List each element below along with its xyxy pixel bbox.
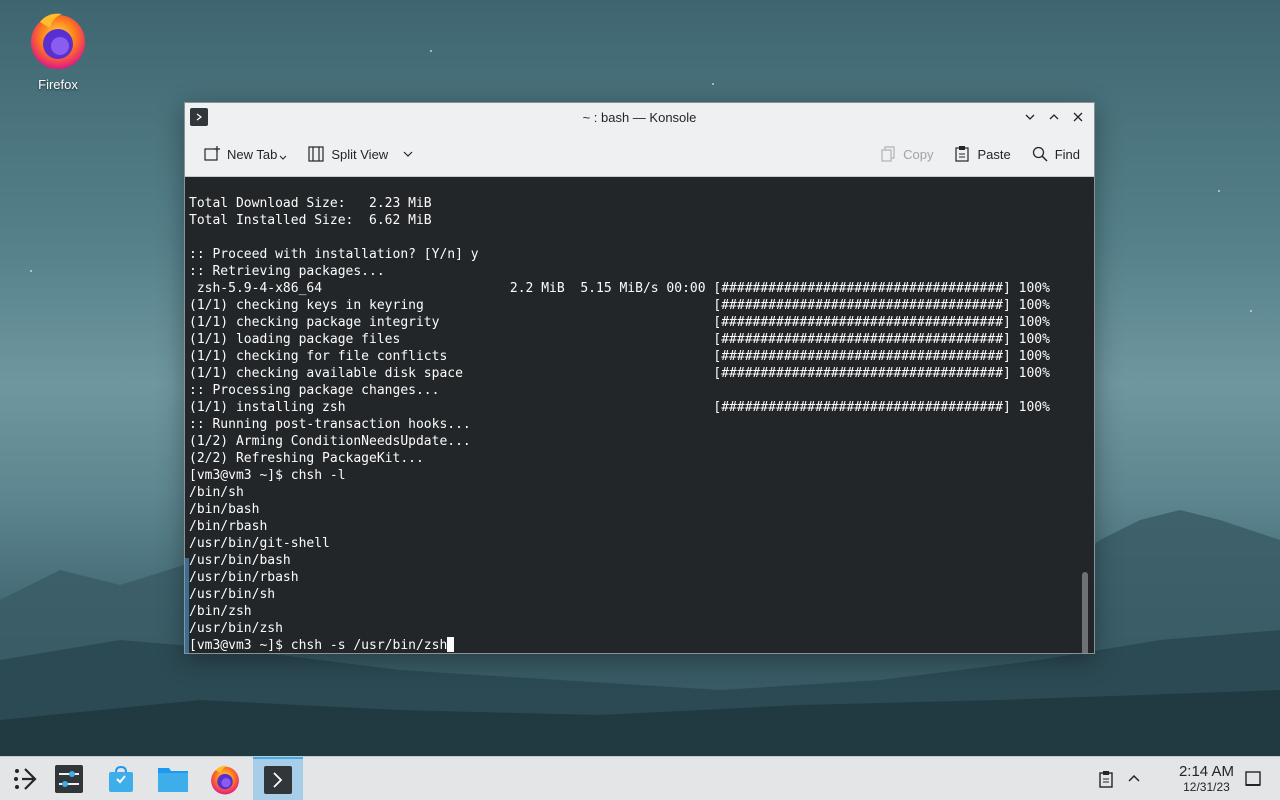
- clipboard-icon: [1099, 770, 1113, 788]
- chevron-down-icon: [1025, 114, 1035, 120]
- settings-icon: [55, 764, 83, 793]
- minimize-button[interactable]: [1020, 107, 1040, 127]
- folder-icon: [158, 767, 188, 792]
- terminal-line: (1/1) checking keys in keyring [########…: [189, 298, 1050, 313]
- copy-icon: [881, 146, 895, 162]
- show-desktop-icon: [1245, 770, 1261, 786]
- copy-button[interactable]: Copy: [873, 139, 939, 169]
- taskbar-system-settings[interactable]: [44, 757, 94, 800]
- firefox-icon: [211, 765, 239, 794]
- close-button[interactable]: [1068, 107, 1088, 127]
- new-tab-label: New Tab: [227, 146, 278, 162]
- find-label: Find: [1054, 146, 1080, 162]
- terminal-line: Total Download Size: 2.23 MiB: [189, 196, 432, 211]
- terminal-line: :: Retrieving packages...: [189, 264, 385, 279]
- show-desktop-button[interactable]: [1240, 757, 1266, 800]
- terminal-line: /bin/rbash: [189, 519, 268, 534]
- terminal-line: (1/1) checking package integrity [######…: [189, 315, 1050, 330]
- terminal-line: (1/1) checking available disk space [###…: [189, 366, 1050, 381]
- taskbar-discover[interactable]: [96, 757, 146, 800]
- terminal-icon: [264, 765, 292, 794]
- paste-button[interactable]: Paste: [947, 139, 1016, 169]
- find-button[interactable]: Find: [1025, 139, 1086, 169]
- split-view-button[interactable]: Split View: [301, 139, 420, 169]
- terminal-line: /bin/sh: [189, 485, 244, 500]
- star: [712, 83, 714, 85]
- terminal-line: /usr/bin/sh: [189, 587, 276, 602]
- split-view-icon: [308, 146, 324, 162]
- terminal-line: :: Proceed with installation? [Y/n] y: [189, 247, 479, 262]
- konsole-app-icon[interactable]: [190, 108, 208, 126]
- konsole-window[interactable]: ~ : bash — Konsole New Tab Split View Co…: [184, 102, 1095, 654]
- chevron-down-icon: [279, 155, 287, 160]
- tray-clipboard[interactable]: [1094, 757, 1118, 800]
- prompt-text: [vm3@vm3 ~]$ chsh -s /usr/bin/zsh: [189, 638, 448, 653]
- terminal-output[interactable]: Total Download Size: 2.23 MiB Total Insta…: [185, 177, 1094, 653]
- chevron-down-icon: [403, 151, 413, 157]
- tray-expand[interactable]: [1122, 757, 1146, 800]
- terminal-scrollbar[interactable]: [1082, 572, 1088, 653]
- terminal-line: :: Processing package changes...: [189, 383, 440, 398]
- terminal-line: (2/2) Refreshing PackageKit...: [189, 451, 424, 466]
- star: [430, 50, 432, 52]
- desktop-icon-firefox[interactable]: Firefox: [22, 8, 94, 92]
- close-icon: [1073, 112, 1083, 122]
- text-cursor: [447, 637, 455, 652]
- firefox-icon: [31, 13, 85, 69]
- search-icon: [1032, 146, 1048, 162]
- maximize-button[interactable]: [1044, 107, 1064, 127]
- selection-marker: [185, 558, 189, 653]
- terminal-line: /usr/bin/git-shell: [189, 536, 330, 551]
- copy-label: Copy: [903, 146, 934, 162]
- terminal-line: Total Installed Size: 6.62 MiB: [189, 213, 432, 228]
- taskbar-application-launcher[interactable]: [0, 757, 50, 800]
- new-tab-button[interactable]: New Tab: [197, 139, 293, 169]
- terminal-line: [vm3@vm3 ~]$ chsh -l: [189, 468, 346, 483]
- terminal-line: /usr/bin/bash: [189, 553, 291, 568]
- chevron-up-icon: [1128, 774, 1140, 782]
- terminal-line: (1/1) loading package files [###########…: [189, 332, 1050, 347]
- clock-date: 12/31/23: [1183, 780, 1230, 794]
- digital-clock[interactable]: 2:14 AM 12/31/23: [1179, 763, 1234, 794]
- star: [30, 270, 32, 272]
- taskbar-dolphin[interactable]: [148, 757, 198, 800]
- terminal-line: (1/2) Arming ConditionNeedsUpdate...: [189, 434, 471, 449]
- taskbar-firefox[interactable]: [200, 757, 250, 800]
- clock-time: 2:14 AM: [1178, 763, 1234, 780]
- terminal-line: /usr/bin/rbash: [189, 570, 299, 585]
- taskbar-konsole[interactable]: [253, 757, 303, 800]
- terminal-line: (1/1) checking for file conflicts [#####…: [189, 349, 1050, 364]
- terminal-line: (1/1) installing zsh [##################…: [189, 400, 1050, 415]
- paste-icon: [955, 146, 970, 162]
- star: [1218, 190, 1220, 192]
- terminal-prompt-line: [vm3@vm3 ~]$ chsh -s /usr/bin/zsh: [189, 637, 1094, 653]
- taskbar: 2:14 AM 12/31/23: [0, 756, 1280, 800]
- terminal-line: /bin/zsh: [189, 604, 252, 619]
- window-title: ~ : bash — Konsole: [582, 109, 697, 125]
- konsole-toolbar: New Tab Split View Copy Paste Find: [185, 131, 1094, 177]
- launcher-icon: [14, 767, 37, 790]
- star: [1250, 310, 1252, 312]
- terminal-line: /bin/bash: [189, 502, 260, 517]
- store-icon: [109, 765, 133, 792]
- title-bar[interactable]: ~ : bash — Konsole: [185, 103, 1094, 131]
- terminal-line: zsh-5.9-4-x86_64 2.2 MiB 5.15 MiB/s 00:0…: [189, 281, 1050, 296]
- split-view-label: Split View: [331, 146, 389, 162]
- chevron-up-icon: [1049, 114, 1059, 120]
- terminal-line: :: Running post-transaction hooks...: [189, 417, 471, 432]
- paste-label: Paste: [977, 146, 1011, 162]
- desktop-icon-label: Firefox: [38, 77, 78, 92]
- terminal-line: /usr/bin/zsh: [189, 621, 283, 636]
- new-tab-icon: [204, 146, 220, 161]
